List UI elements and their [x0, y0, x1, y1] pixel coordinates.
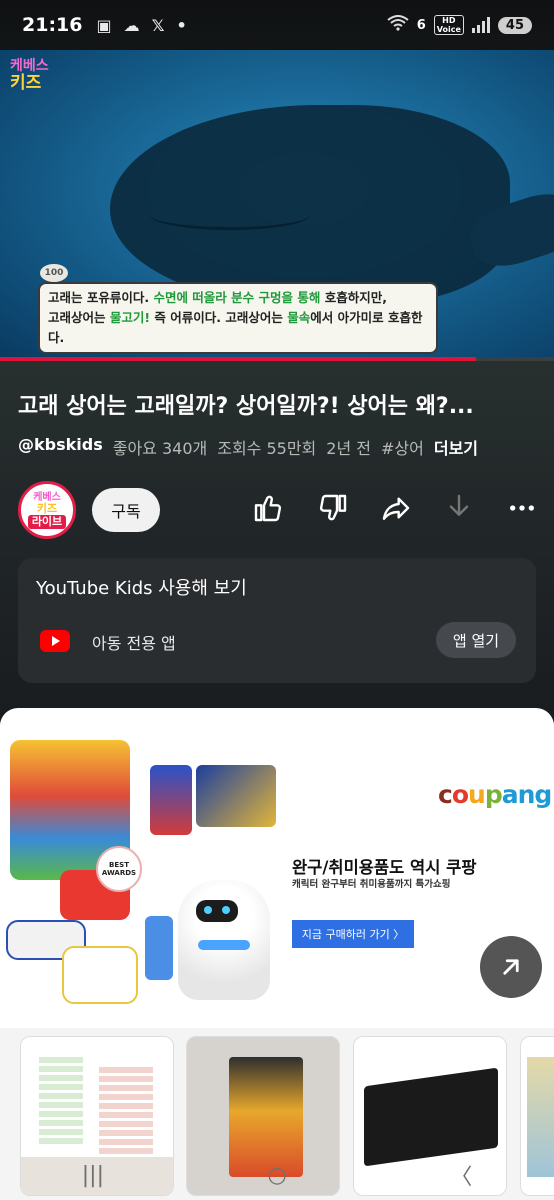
more-icon[interactable] — [504, 490, 540, 526]
ad-cta-button[interactable]: 지금 구매하러 가기 〉 — [292, 920, 414, 948]
home-button[interactable]: ○ — [268, 1163, 287, 1188]
badge-100: 100 — [40, 264, 68, 282]
thumbs-up-icon[interactable] — [250, 490, 286, 526]
ad-subline: 캐릭터 완구부터 취미용품까지 특가쇼핑 — [292, 879, 451, 890]
app-screen: 21:16 ▣ ☁ 𝕏 • 6 HD Voice 45 케베스 키즈 100 고래… — [0, 0, 554, 1200]
clock: 21:16 — [22, 14, 83, 36]
system-navbar: ||| ○ 〈 — [0, 1150, 554, 1200]
back-button[interactable]: 〈 — [450, 1159, 472, 1191]
channel-watermark: 케베스 키즈 — [10, 58, 49, 93]
shark-mouth-image — [150, 200, 310, 230]
wifi-icon — [387, 15, 409, 35]
ad-banner[interactable]: BEST AWARDS coupang 완구/취미용품도 역시 쿠팡 캐릭터 완… — [0, 720, 554, 1020]
channel-avatar[interactable]: 케베스 키즈 라이브 — [18, 481, 76, 539]
yt-kids-title: YouTube Kids 사용해 보기 — [36, 578, 247, 599]
signal-icon — [471, 17, 490, 33]
open-link-button[interactable] — [480, 936, 542, 998]
ad-panel[interactable]: BEST AWARDS coupang 완구/취미용품도 역시 쿠팡 캐릭터 완… — [0, 708, 554, 1200]
video-title[interactable]: 고래 상어는 고래일까? 상어일까?! 상어는 왜?... — [18, 388, 548, 420]
toy-robot-dog-image — [178, 880, 270, 1000]
video-progress-bar[interactable] — [0, 357, 554, 361]
youtube-kids-logo-icon — [40, 630, 70, 652]
cloud-icon: ☁ — [123, 15, 140, 35]
x-logo-icon: 𝕏 — [151, 15, 165, 35]
toy-box-image — [196, 765, 276, 827]
like-count: 좋아요 340개 — [112, 439, 208, 458]
action-row: 케베스 키즈 라이브 구독 — [18, 480, 548, 540]
open-app-button[interactable]: 앱 열기 — [436, 622, 516, 658]
screenshot-icon: ▣ — [96, 15, 112, 35]
product-image-chart-1 — [39, 1057, 83, 1147]
toy-robot-image — [150, 765, 192, 835]
status-bar: 21:16 ▣ ☁ 𝕏 • 6 HD Voice 45 — [0, 0, 554, 50]
recent-apps-button[interactable]: ||| — [82, 1163, 104, 1188]
hashtag[interactable]: #상어 — [381, 435, 424, 459]
toy-ambulance-image — [62, 946, 138, 1004]
coupang-logo: coupang — [438, 780, 552, 809]
upload-age: 2년 전 — [326, 439, 371, 458]
thumbs-down-icon[interactable] — [315, 490, 351, 526]
network-label: 6 — [416, 17, 426, 33]
video-caption: 고래는 포유류이다. 수면에 떠올라 분수 구멍을 통해 호흡하지만, 고래상어… — [38, 282, 438, 354]
subscribe-button[interactable]: 구독 — [92, 488, 160, 532]
battery-icon: 45 — [497, 16, 532, 34]
youtube-kids-card[interactable]: YouTube Kids 사용해 보기 아동 전용 앱 앱 열기 — [18, 558, 536, 683]
progress-fill — [0, 357, 477, 361]
video-player[interactable]: 케베스 키즈 100 고래는 포유류이다. 수면에 떠올라 분수 구멍을 통해 … — [0, 50, 554, 360]
view-count: 조회수 55만회 — [217, 439, 317, 458]
yt-kids-subtitle: 아동 전용 앱 — [92, 634, 176, 653]
dot-icon: • — [176, 15, 187, 35]
toy-remote-image — [145, 916, 173, 980]
ad-headline: 완구/취미용품도 역시 쿠팡 — [292, 858, 477, 877]
status-right: 6 HD Voice 45 — [387, 15, 532, 35]
more-link[interactable]: 더보기 — [434, 435, 478, 459]
arrow-up-right-icon — [503, 959, 519, 975]
share-icon[interactable] — [378, 490, 414, 526]
download-icon[interactable] — [441, 490, 477, 526]
product-image-chart-2 — [99, 1067, 153, 1157]
hd-voice-icon: HD Voice — [433, 15, 464, 35]
award-badge: BEST AWARDS — [96, 846, 142, 892]
video-meta[interactable]: @kbskids 좋아요 340개 조회수 55만회 2년 전 #상어 더보기 — [18, 435, 478, 459]
channel-handle[interactable]: @kbskids — [18, 435, 103, 459]
